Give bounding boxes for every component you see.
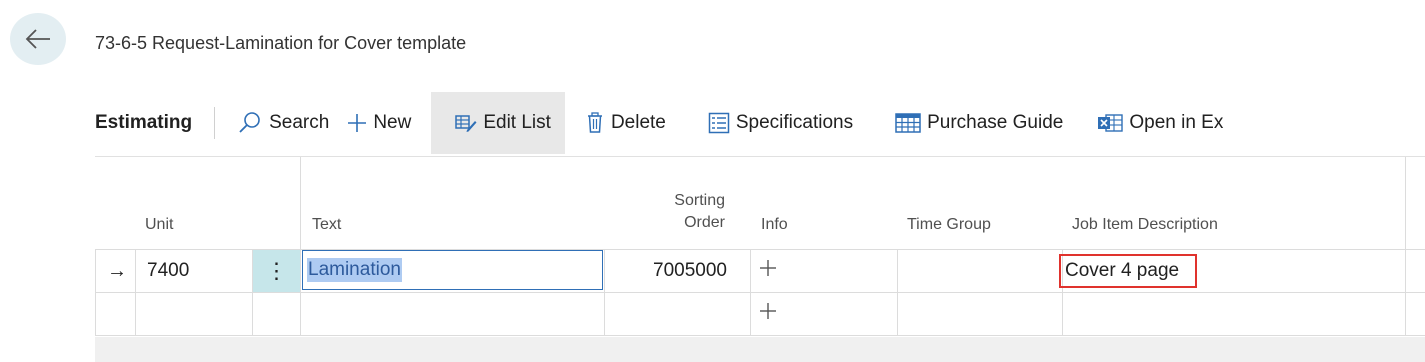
new-button[interactable]: New (343, 92, 425, 154)
table-row[interactable] (95, 293, 1425, 335)
plus-icon (347, 113, 367, 133)
page-title: 73-6-5 Request-Lamination for Cover temp… (95, 33, 467, 53)
open-in-excel-button[interactable]: Open in Ex (1077, 92, 1237, 154)
edit-list-icon (455, 113, 477, 133)
column-header-sorting-order[interactable]: Sorting Order (613, 157, 725, 249)
back-button[interactable] (10, 13, 66, 65)
delete-label: Delete (610, 112, 666, 133)
actionbar-divider (214, 107, 216, 139)
column-header-unit[interactable]: Unit (145, 157, 255, 249)
specifications-icon (708, 112, 730, 134)
table-grid-icon (895, 113, 921, 133)
column-header-job-item-description[interactable]: Job Item Description (1072, 157, 1332, 249)
specifications-label: Specifications (735, 112, 854, 133)
highlight-box: Cover 4 page (1059, 254, 1198, 288)
open-in-excel-label: Open in Ex (1129, 112, 1224, 133)
excel-icon (1097, 113, 1124, 133)
info-add-button[interactable] (759, 293, 789, 335)
grid-footer (95, 337, 1425, 362)
search-icon (237, 111, 263, 135)
table-row[interactable]: → 7400 ⋮ Lamination 7005000 Cover 4 page (95, 250, 1425, 292)
job-item-description-value: Cover 4 page (1065, 260, 1180, 281)
row-indicator: → (107, 259, 127, 282)
more-vertical-icon: ⋮ (265, 258, 288, 283)
text-input-selection: Lamination (307, 258, 402, 282)
specifications-button[interactable]: Specifications (680, 92, 867, 154)
arrow-left-icon (24, 28, 52, 50)
unit-cell[interactable]: 7400 (147, 250, 247, 292)
action-bar: Estimating Search New Edit List Delete S… (95, 92, 1425, 154)
purchase-guide-button[interactable]: Purchase Guide (867, 92, 1077, 154)
row-menu-button[interactable]: ⋮ (253, 250, 300, 292)
edit-list-label: Edit List (483, 112, 551, 133)
header-divider (300, 157, 301, 249)
sorting-order-cell[interactable]: 7005000 (605, 250, 727, 292)
search-button[interactable]: Search (237, 92, 343, 154)
text-input[interactable]: Lamination (302, 250, 603, 290)
trash-icon (585, 112, 605, 134)
edit-list-button[interactable]: Edit List (431, 92, 565, 154)
info-add-button[interactable] (759, 250, 789, 292)
plus-icon (759, 302, 777, 326)
purchase-guide-label: Purchase Guide (927, 112, 1064, 133)
row-divider (95, 335, 1425, 336)
list-grid: Unit Text Sorting Order Info Time Group … (95, 157, 1425, 337)
new-label: New (373, 112, 412, 133)
column-header-info[interactable]: Info (761, 157, 821, 249)
search-label: Search (269, 112, 330, 133)
job-item-description-cell[interactable]: Cover 4 page (1059, 250, 1403, 292)
column-header-text[interactable]: Text (312, 157, 562, 249)
plus-icon (759, 259, 777, 283)
actionbar-title: Estimating (95, 112, 193, 133)
column-header-time-group[interactable]: Time Group (907, 157, 1047, 249)
time-group-cell[interactable] (898, 250, 1062, 292)
header-divider (1405, 157, 1406, 249)
delete-button[interactable]: Delete (565, 92, 680, 154)
